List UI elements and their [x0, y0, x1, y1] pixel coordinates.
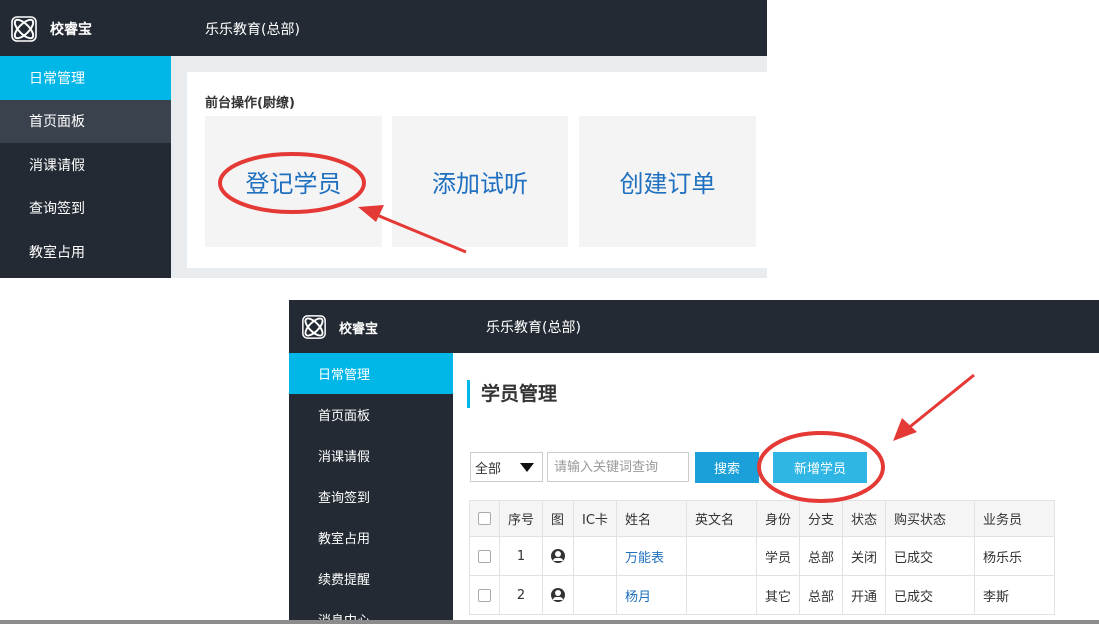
ic-card-cell — [573, 575, 617, 615]
user-avatar-icon — [551, 588, 566, 602]
avatar-cell — [542, 536, 575, 576]
search-button[interactable]: 搜索 — [695, 452, 759, 483]
sidebar-item-classroom[interactable]: 教室占用 — [0, 230, 171, 274]
atom-logo-icon — [302, 315, 326, 339]
select-all-checkbox[interactable] — [478, 512, 491, 525]
role-cell: 学员 — [755, 536, 800, 576]
english-name-cell — [685, 575, 757, 615]
create-order-tile[interactable]: 创建订单 — [579, 116, 756, 247]
column-header: 图 — [542, 500, 575, 537]
select-all-cell[interactable] — [469, 500, 500, 537]
sidebar-item-checkin[interactable]: 查询签到 — [289, 476, 453, 517]
row-number: 1 — [498, 536, 544, 576]
annotation-arrow-head — [893, 418, 917, 441]
logo[interactable]: 校睿宝 — [10, 14, 160, 44]
row-checkbox[interactable] — [478, 588, 491, 602]
sidebar-item-leave[interactable]: 消课请假 — [289, 435, 453, 476]
org-name[interactable]: 乐乐教育(总部) — [205, 19, 300, 39]
student-name-link[interactable]: 杨月 — [615, 575, 687, 615]
column-header: 英文名 — [685, 500, 757, 537]
branch-cell: 总部 — [798, 536, 843, 576]
sidebar-item-dashboard[interactable]: 首页面板 — [289, 394, 453, 435]
column-header: IC卡 — [573, 500, 617, 537]
english-name-cell — [685, 536, 757, 576]
bottom-divider — [0, 620, 1099, 624]
search-input[interactable] — [547, 452, 689, 482]
sidebar-item-daily[interactable]: 日常管理 — [289, 353, 453, 394]
column-header: 业务员 — [973, 500, 1055, 537]
filter-select-value: 全部 — [475, 461, 502, 477]
top-bar: 校睿宝 乐乐教育(总部) — [0, 0, 767, 56]
front-desk-card: 前台操作(尉缭) 登记学员 添加试听 创建订单 — [187, 72, 767, 268]
student-name-link[interactable]: 万能表 — [615, 536, 687, 576]
row-checkbox[interactable] — [478, 549, 491, 563]
brand-name: 校睿宝 — [339, 321, 379, 337]
students-table: 序号 图 IC卡 姓名 英文名 身份 分支 状态 购买状态 业务员 1 万能表 … — [469, 500, 1055, 615]
column-header: 分支 — [798, 500, 843, 537]
user-avatar-icon — [551, 549, 566, 563]
section-title: 前台操作(尉缭) — [205, 96, 295, 111]
caret-down-icon — [520, 463, 534, 472]
row-select-cell[interactable] — [469, 536, 500, 576]
logo[interactable]: 校睿宝 — [301, 314, 378, 340]
status-cell: 关闭 — [841, 536, 886, 576]
org-name[interactable]: 乐乐教育(总部) — [486, 317, 581, 337]
add-student-button[interactable]: 新增学员 — [773, 452, 867, 483]
table-row: 2 杨月 其它 总部 开通 已成交 李斯 — [469, 575, 1055, 615]
screenshot-student-management: 校睿宝 乐乐教育(总部) 日常管理 首页面板 消课请假 查询签到 教室占用 续费… — [289, 300, 1099, 620]
salesperson-cell: 杨乐乐 — [973, 536, 1055, 576]
table-row: 1 万能表 学员 总部 关闭 已成交 杨乐乐 — [469, 536, 1055, 576]
purchase-status-cell: 已成交 — [884, 575, 975, 615]
purchase-status-cell: 已成交 — [884, 536, 975, 576]
add-trial-tile[interactable]: 添加试听 — [392, 116, 568, 247]
sidebar-item-classroom[interactable]: 教室占用 — [289, 517, 453, 558]
top-bar: 校睿宝 乐乐教育(总部) — [289, 300, 1099, 353]
column-header: 状态 — [841, 500, 886, 537]
ic-card-cell — [573, 536, 617, 576]
salesperson-cell: 李斯 — [973, 575, 1055, 615]
sidebar-item-renewal[interactable]: 续费提醒 — [289, 558, 453, 599]
avatar-cell — [542, 575, 575, 615]
column-header: 购买状态 — [884, 500, 975, 537]
row-select-cell[interactable] — [469, 575, 500, 615]
screenshot-front-desk: 校睿宝 乐乐教育(总部) 日常管理 首页面板 消课请假 查询签到 教室占用 前台… — [0, 0, 767, 278]
column-header: 身份 — [755, 500, 800, 537]
page-title: 学员管理 — [467, 380, 557, 408]
sidebar-item-checkin[interactable]: 查询签到 — [0, 187, 171, 231]
sidebar: 日常管理 首页面板 消课请假 查询签到 教室占用 — [0, 56, 171, 278]
column-header: 序号 — [498, 500, 544, 537]
branch-cell: 总部 — [798, 575, 843, 615]
sidebar-item-dashboard[interactable]: 首页面板 — [0, 99, 171, 143]
status-cell: 开通 — [841, 575, 886, 615]
role-cell: 其它 — [755, 575, 800, 615]
table-header-row: 序号 图 IC卡 姓名 英文名 身份 分支 状态 购买状态 业务员 — [469, 500, 1055, 537]
sidebar-item-leave[interactable]: 消课请假 — [0, 143, 171, 187]
annotation-arrow-line — [905, 373, 975, 432]
atom-logo-icon — [11, 16, 37, 42]
column-header: 姓名 — [615, 500, 687, 537]
filter-select[interactable]: 全部 — [470, 452, 543, 482]
sidebar-item-daily[interactable]: 日常管理 — [0, 56, 171, 100]
sidebar-item-messages[interactable]: 消息中心 — [289, 599, 453, 620]
sidebar: 日常管理 首页面板 消课请假 查询签到 教室占用 续费提醒 消息中心 — [289, 353, 453, 620]
row-number: 2 — [498, 575, 544, 615]
brand-name: 校睿宝 — [50, 22, 92, 38]
register-student-tile[interactable]: 登记学员 — [205, 116, 382, 247]
